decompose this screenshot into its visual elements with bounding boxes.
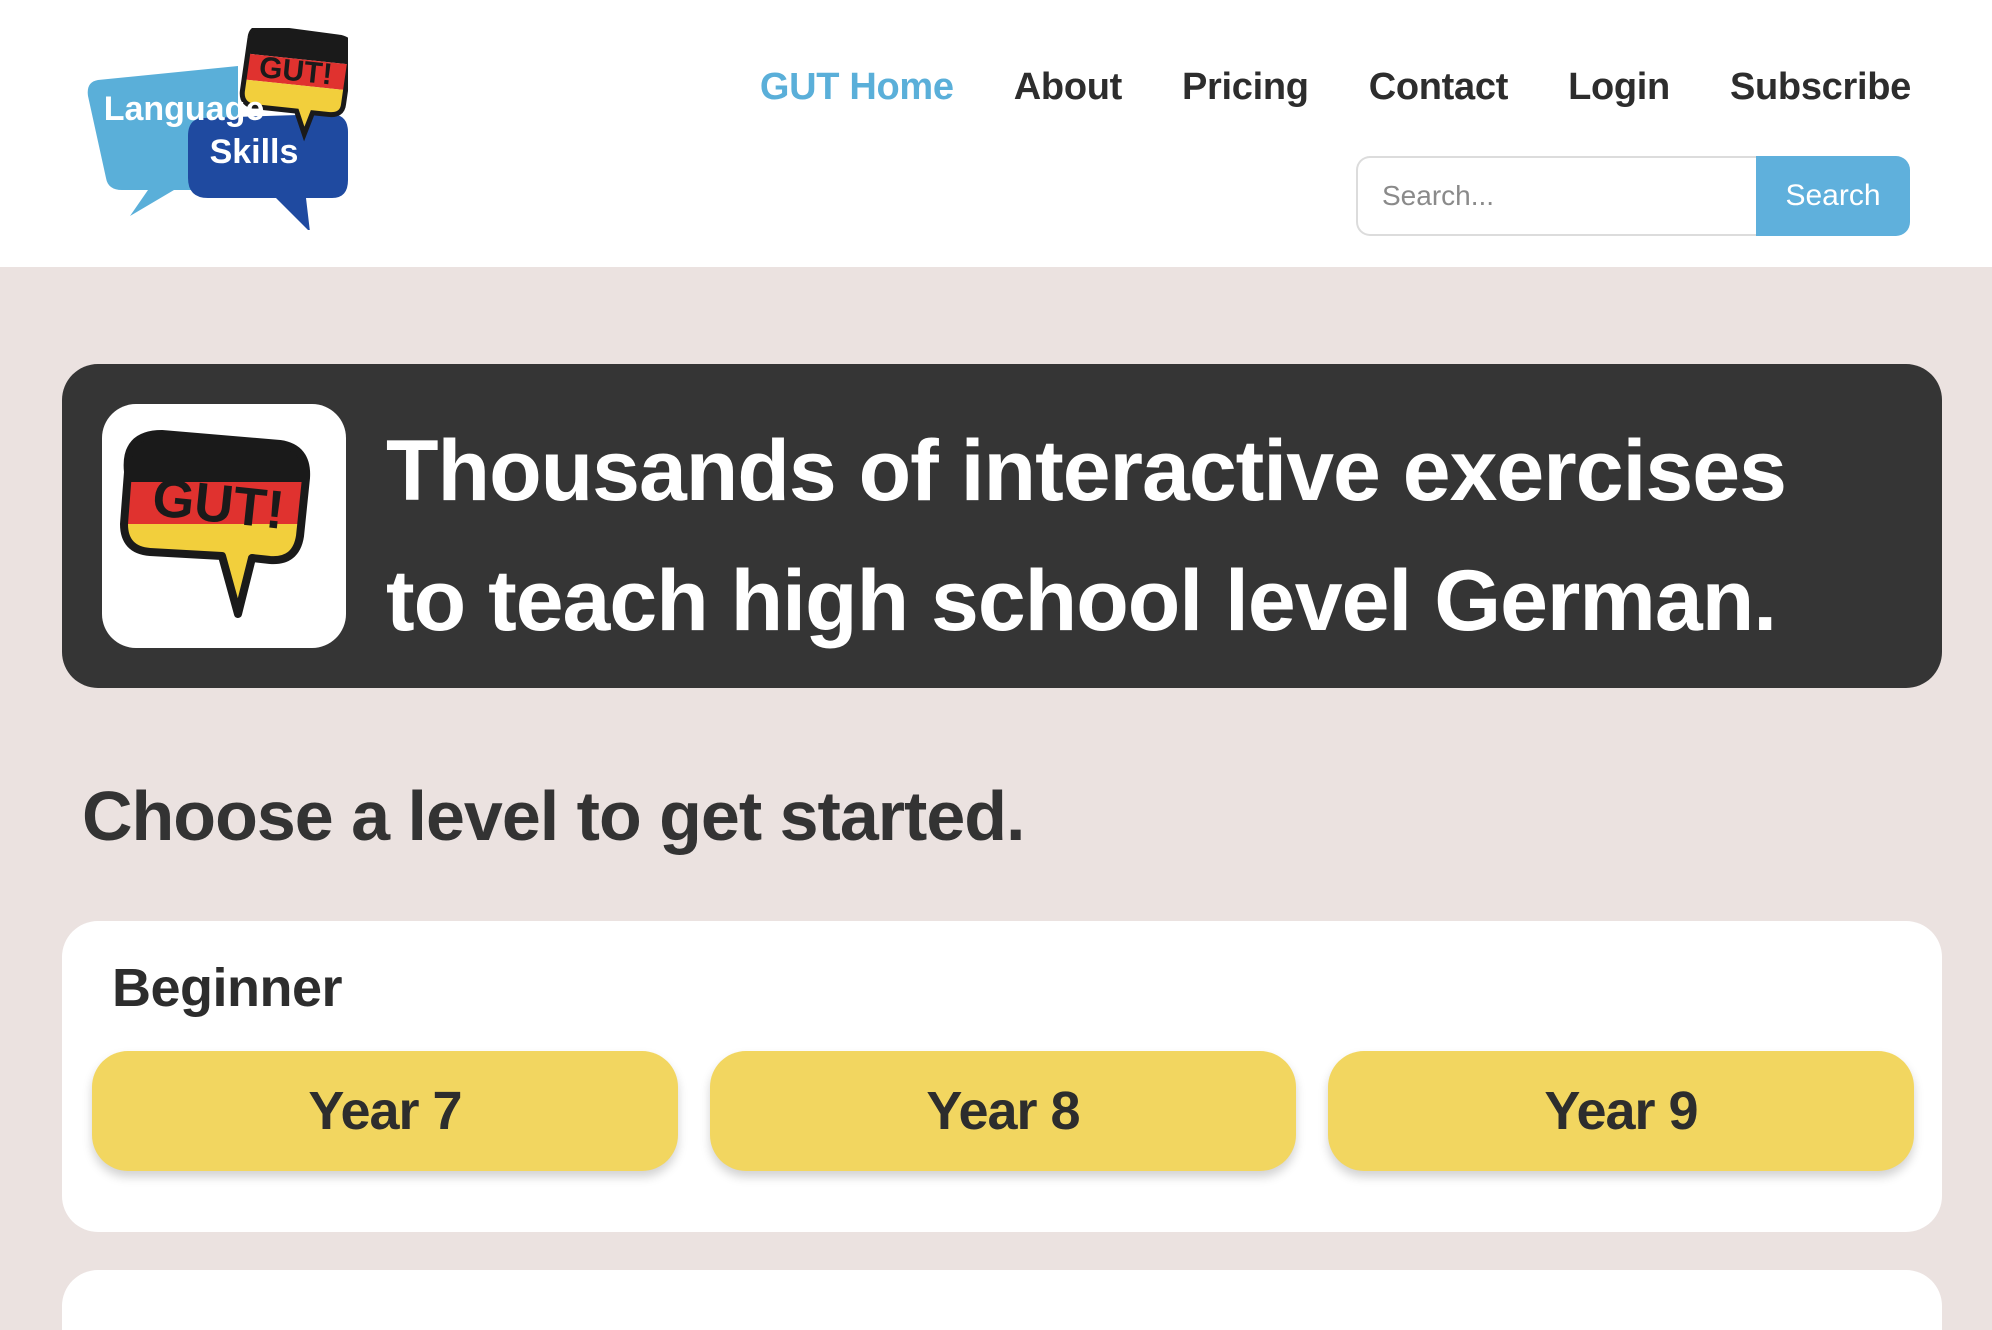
nav-link-about[interactable]: About <box>1014 66 1123 109</box>
nav-link-contact[interactable]: Contact <box>1369 66 1509 109</box>
nav-link-pricing[interactable]: Pricing <box>1182 66 1309 109</box>
hero-banner: GUT! Thousands of interactive exercises … <box>62 364 1942 688</box>
hero-headline-line-1: Thousands of interactive exercises <box>386 423 1787 519</box>
year-9-button[interactable]: Year 9 <box>1328 1051 1914 1171</box>
search-input[interactable] <box>1356 156 1756 236</box>
level-title: Beginner <box>112 958 343 1018</box>
search-button[interactable]: Search <box>1756 156 1910 236</box>
level-card-beginner: Beginner Year 7 Year 8 Year 9 <box>62 921 1942 1232</box>
year-8-button[interactable]: Year 8 <box>710 1051 1296 1171</box>
language-skills-logo-icon: GUT! Language Skills <box>87 28 348 230</box>
hero-headline-line-2: to teach high school level German. <box>386 553 1777 649</box>
gut-flag-bubble-icon: GUT! <box>102 404 346 648</box>
svg-text:Language: Language <box>104 90 265 128</box>
site-logo[interactable]: GUT! Language Skills <box>78 28 348 230</box>
svg-text:Skills: Skills <box>210 133 299 171</box>
main-nav: GUT Home About Pricing Contact Login Sub… <box>760 66 1911 109</box>
choose-level-heading: Choose a level to get started. <box>82 777 1025 855</box>
search-form: Search <box>1356 156 1910 236</box>
nav-link-gut-home[interactable]: GUT Home <box>760 66 954 109</box>
nav-link-login[interactable]: Login <box>1568 66 1670 109</box>
year-button-row: Year 7 Year 8 Year 9 <box>92 1051 1914 1171</box>
hero-headline: Thousands of interactive exercises to te… <box>386 406 1916 666</box>
site-header: GUT! Language Skills GUT Home About Pric… <box>0 0 1992 267</box>
next-level-card <box>62 1270 1942 1330</box>
year-7-button[interactable]: Year 7 <box>92 1051 678 1171</box>
nav-link-subscribe[interactable]: Subscribe <box>1730 66 1911 109</box>
